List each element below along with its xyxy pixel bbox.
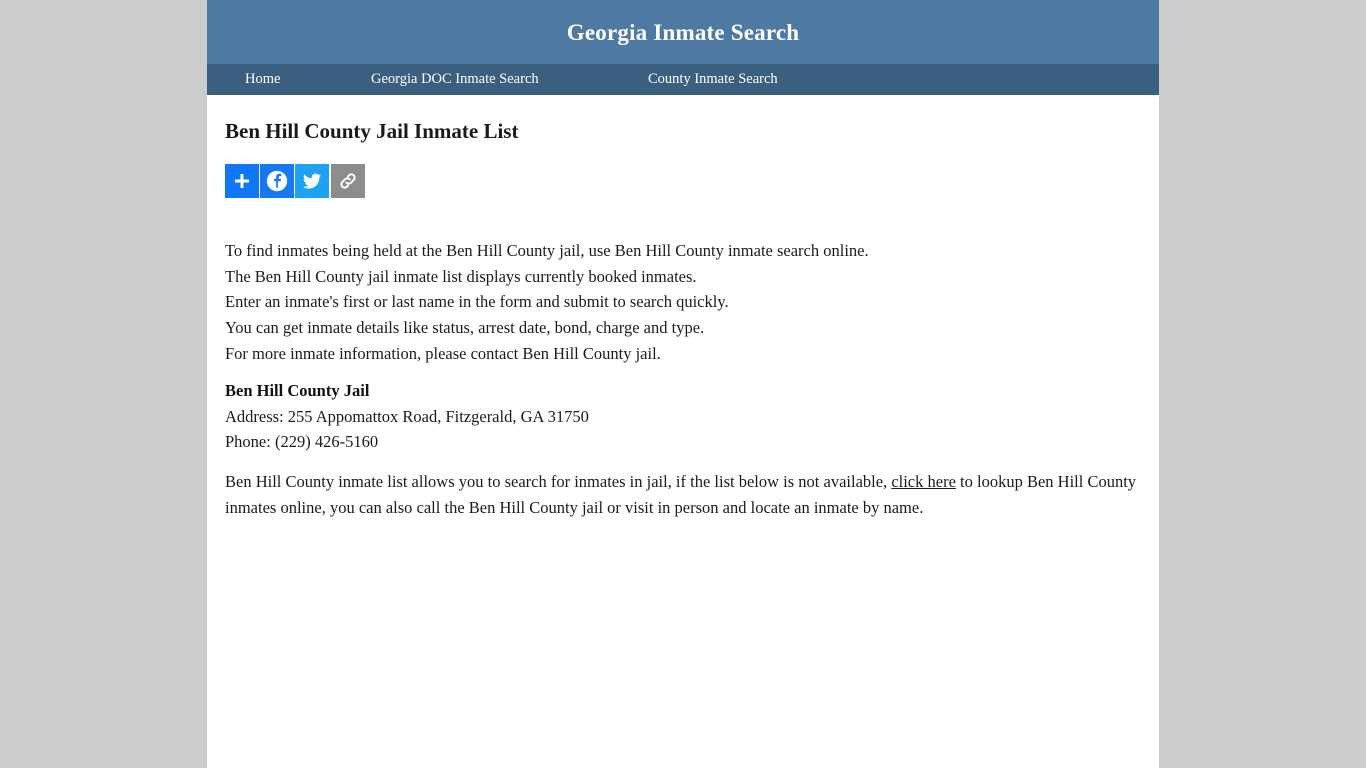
page-background: Georgia Inmate Search Home Georgia DOC I… (0, 0, 1366, 768)
closing-paragraph: Ben Hill County inmate list allows you t… (225, 469, 1141, 520)
site-title: Georgia Inmate Search (566, 19, 800, 45)
intro-line: The Ben Hill County jail inmate list dis… (225, 266, 697, 286)
intro-line: Enter an inmate's first or last name in … (225, 292, 729, 312)
jail-contact-block: Ben Hill County Jail Address: 255 Appoma… (225, 378, 1141, 455)
nav-item-home[interactable]: Home (245, 72, 371, 87)
share-twitter-button[interactable] (295, 164, 329, 199)
jail-address: Address: 255 Appomattox Road, Fitzgerald… (225, 406, 589, 426)
share-copy-link-button[interactable] (331, 164, 365, 199)
site-container: Georgia Inmate Search Home Georgia DOC I… (207, 0, 1159, 768)
jail-phone: Phone: (229) 426-5160 (225, 432, 379, 452)
nav-item-georgia-doc-inmate-search[interactable]: Georgia DOC Inmate Search (371, 72, 648, 87)
facebook-icon (265, 169, 289, 193)
page-title: Ben Hill County Jail Inmate List (225, 119, 519, 143)
site-masthead: Georgia Inmate Search (207, 0, 1159, 64)
plus-icon (232, 171, 252, 191)
main-content: Ben Hill County Jail Inmate List To find… (207, 95, 1159, 767)
share-addthis-button[interactable] (225, 164, 259, 199)
share-button-row (225, 164, 1141, 199)
click-here-link[interactable]: click here (891, 472, 956, 491)
closing-text-before-link: Ben Hill County inmate list allows you t… (225, 472, 892, 491)
share-facebook-button[interactable] (260, 164, 294, 199)
twitter-icon (301, 170, 323, 192)
jail-name: Ben Hill County Jail (225, 381, 370, 401)
nav-item-county-inmate-search[interactable]: County Inmate Search (648, 72, 778, 87)
intro-paragraphs: To find inmates being held at the Ben Hi… (225, 238, 1141, 366)
intro-line: To find inmates being held at the Ben Hi… (225, 241, 869, 261)
main-navigation: Home Georgia DOC Inmate Search County In… (207, 64, 1159, 95)
link-icon (337, 170, 359, 192)
intro-line: You can get inmate details like status, … (225, 318, 705, 338)
intro-line: For more inmate information, please cont… (225, 343, 661, 363)
